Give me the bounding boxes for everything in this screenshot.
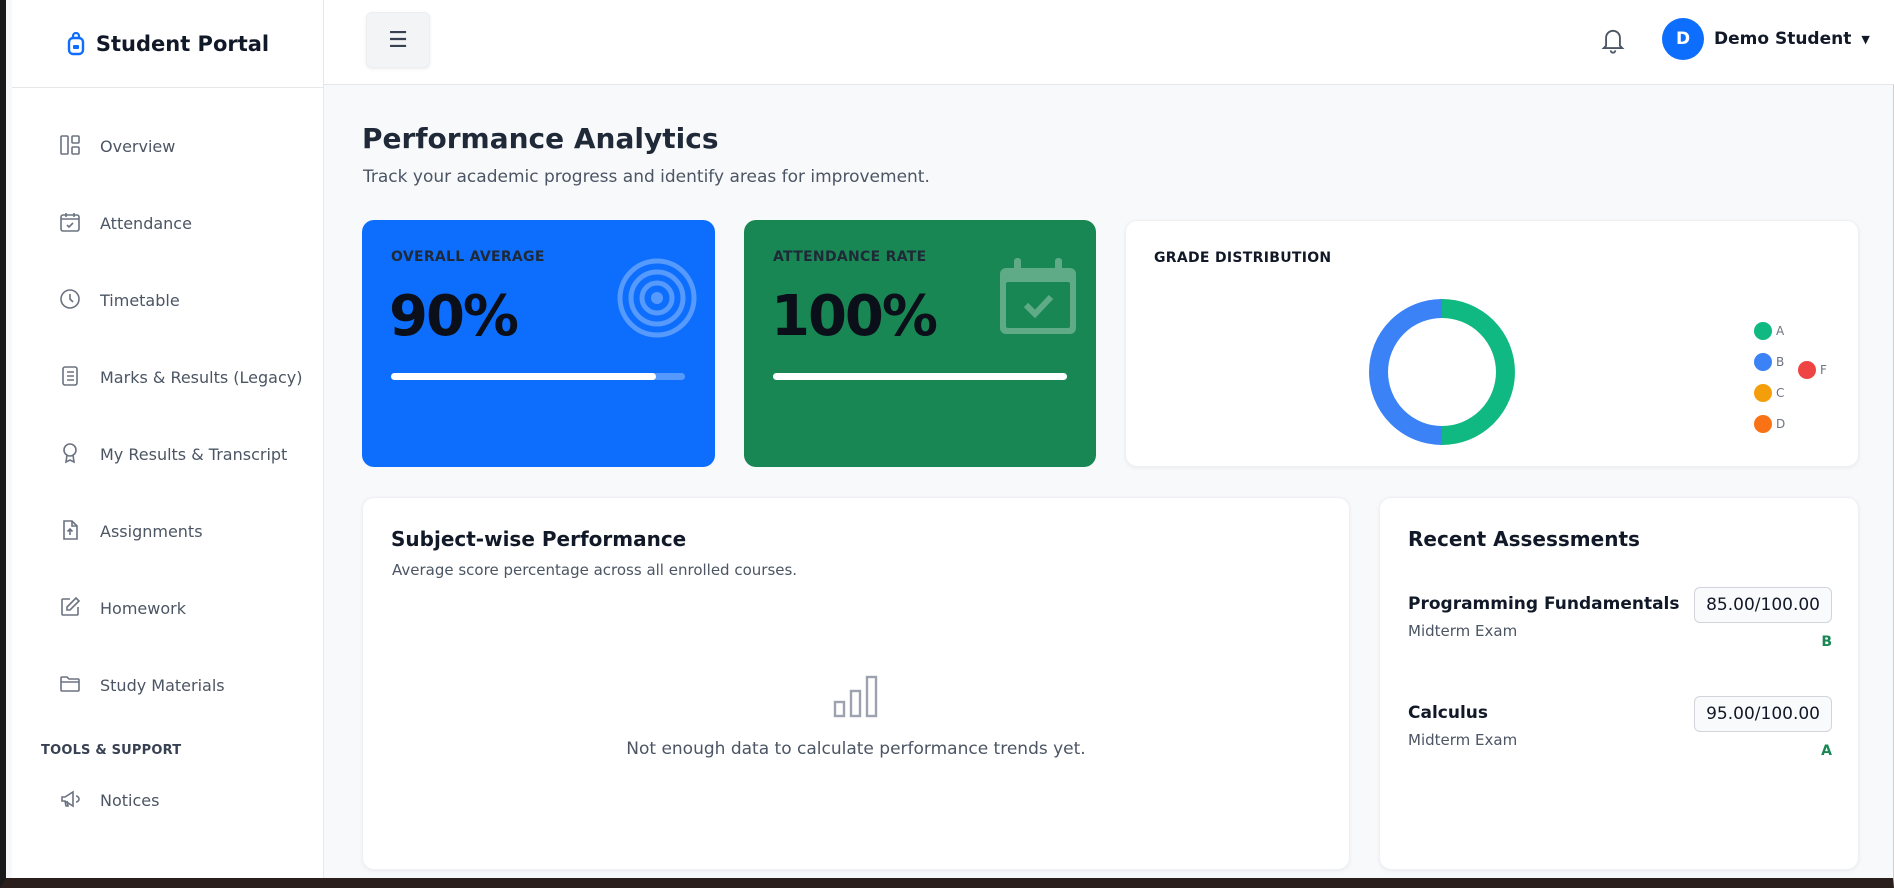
sidebar-item-label: Overview: [100, 137, 176, 156]
grade-distribution-card: GRADE DISTRIBUTION A B C D F: [1125, 220, 1859, 467]
assessment-type: Midterm Exam: [1408, 622, 1518, 640]
hamburger-icon: ☰: [388, 27, 408, 53]
legend-item-f[interactable]: F: [1798, 361, 1827, 379]
sidebar-item-attendance[interactable]: Attendance: [12, 185, 323, 262]
grade-donut-chart: [1369, 299, 1515, 445]
assessment-item[interactable]: Calculus Midterm Exam 95.00/100.00 A: [1408, 696, 1832, 759]
user-menu[interactable]: D Demo Student ▼: [1662, 18, 1870, 60]
stat-label: OVERALL AVERAGE: [391, 249, 545, 265]
sidebar-item-label: Study Materials: [100, 676, 225, 695]
legend-item-c[interactable]: C: [1754, 377, 1785, 408]
sidebar-item-results[interactable]: My Results & Transcript: [12, 416, 323, 493]
sidebar-item-label: Attendance: [100, 214, 192, 233]
sidebar-item-label: Marks & Results (Legacy): [100, 368, 303, 387]
legend-label: A: [1776, 323, 1785, 338]
menu-toggle-button[interactable]: ☰: [366, 12, 430, 68]
sidebar: Student Portal Overview Attendance Timet…: [12, 0, 324, 878]
avatar: D: [1662, 18, 1704, 60]
stat-value: 100%: [771, 284, 938, 349]
legend-label: C: [1776, 385, 1785, 400]
legend-item-b[interactable]: B: [1754, 346, 1785, 377]
legend-label: B: [1776, 354, 1785, 369]
legend-label: D: [1776, 416, 1786, 431]
grade-label: B: [1821, 634, 1832, 650]
clock-icon: [58, 287, 82, 315]
page-subtitle: Track your academic progress and identif…: [363, 167, 930, 187]
legend-swatch: [1754, 383, 1772, 402]
progress-track: [773, 373, 1067, 380]
stat-value: 90%: [389, 284, 519, 349]
donut-slice-a[interactable]: [1441, 299, 1515, 445]
megaphone-icon: [58, 787, 82, 815]
card-title: Recent Assessments: [1408, 527, 1640, 551]
brand[interactable]: Student Portal: [12, 0, 323, 88]
card-title: Subject-wise Performance: [391, 527, 687, 551]
progress-track: [391, 373, 685, 380]
sidebar-item-notices[interactable]: Notices: [12, 762, 323, 839]
recent-assessments-card: Recent Assessments Programming Fundament…: [1379, 497, 1859, 870]
legend-item-a[interactable]: A: [1754, 315, 1785, 346]
bar-chart-icon: [833, 675, 878, 718]
legend-swatch: [1754, 321, 1772, 340]
award-icon: [58, 441, 82, 469]
assessment-type: Midterm Exam: [1408, 731, 1518, 749]
progress-fill: [391, 373, 656, 380]
subject-performance-card: Subject-wise Performance Average score p…: [362, 497, 1350, 870]
legend-swatch: [1754, 414, 1772, 433]
document-list-icon: [58, 364, 82, 392]
sidebar-item-marks[interactable]: Marks & Results (Legacy): [12, 339, 323, 416]
backpack-icon: [66, 31, 86, 56]
overall-average-card: OVERALL AVERAGE 90%: [362, 220, 715, 467]
score-badge: 85.00/100.00: [1694, 587, 1832, 623]
donut-slice-b[interactable]: [1369, 299, 1443, 445]
sidebar-item-timetable[interactable]: Timetable: [12, 262, 323, 339]
pencil-square-icon: [58, 595, 82, 623]
stat-label: ATTENDANCE RATE: [773, 249, 927, 265]
file-upload-icon: [58, 518, 82, 546]
assessment-item[interactable]: Programming Fundamentals Midterm Exam 85…: [1408, 587, 1832, 650]
sidebar-item-overview[interactable]: Overview: [12, 108, 323, 185]
sidebar-item-label: My Results & Transcript: [100, 445, 288, 464]
legend-swatch: [1798, 361, 1816, 379]
calendar-check-icon: [1000, 258, 1076, 334]
brand-title: Student Portal: [95, 31, 270, 56]
sidebar-item-homework[interactable]: Homework: [12, 570, 323, 647]
score-badge: 95.00/100.00: [1694, 696, 1832, 732]
legend-item-d[interactable]: D: [1754, 408, 1785, 439]
page-title: Performance Analytics: [362, 122, 719, 155]
progress-fill: [773, 373, 1067, 380]
donut-slices: [1369, 299, 1515, 445]
empty-state-message: Not enough data to calculate performance…: [626, 739, 1086, 759]
sidebar-item-label: Notices: [100, 791, 160, 810]
calendar-check-icon: [58, 210, 82, 238]
sidebar-item-label: Timetable: [100, 291, 180, 310]
chevron-down-icon: ▼: [1861, 32, 1870, 46]
topbar: ☰ D Demo Student ▼: [324, 0, 1894, 85]
notifications-bell-icon[interactable]: [1599, 25, 1627, 55]
sidebar-item-study-materials[interactable]: Study Materials: [12, 647, 323, 724]
card-title: GRADE DISTRIBUTION: [1154, 250, 1332, 266]
folder-icon: [58, 672, 82, 700]
sidebar-item-label: Assignments: [100, 522, 203, 541]
sidebar-nav: Overview Attendance Timetable Marks & Re…: [12, 88, 323, 839]
legend-label: F: [1820, 363, 1827, 377]
dashboard-icon: [58, 133, 82, 161]
chart-legend: A B C D: [1754, 315, 1785, 439]
section-label: TOOLS & SUPPORT: [41, 742, 182, 758]
attendance-rate-card: ATTENDANCE RATE 100%: [744, 220, 1096, 467]
target-icon: [617, 258, 697, 338]
legend-swatch: [1754, 352, 1772, 371]
sidebar-item-label: Homework: [100, 599, 186, 618]
grade-label: A: [1821, 743, 1832, 759]
sidebar-item-assignments[interactable]: Assignments: [12, 493, 323, 570]
app-frame: Student Portal Overview Attendance Timet…: [0, 0, 1894, 888]
user-name: Demo Student: [1714, 29, 1852, 49]
card-description: Average score percentage across all enro…: [392, 561, 798, 579]
